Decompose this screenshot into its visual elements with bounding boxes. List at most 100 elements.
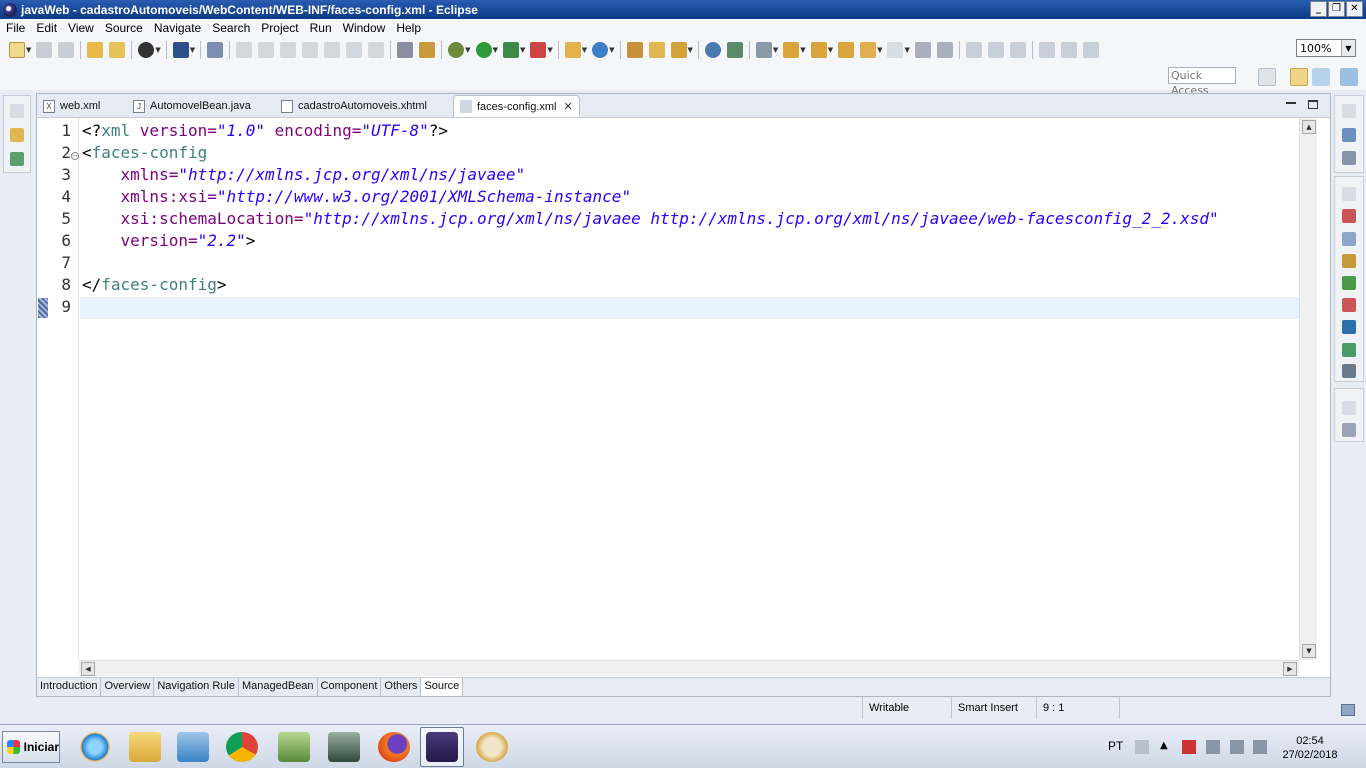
run-server-icon[interactable]: [502, 41, 519, 58]
palette-icon[interactable]: [1342, 423, 1356, 437]
scroll-left-icon[interactable]: ◀: [81, 662, 95, 676]
build-icon[interactable]: [87, 41, 104, 58]
chevron-down-icon[interactable]: ▼: [1341, 40, 1355, 56]
network-error-icon[interactable]: [1182, 740, 1196, 754]
show-desktop-button[interactable]: [1344, 729, 1362, 765]
firefox-icon[interactable]: [378, 732, 410, 762]
restore-icon[interactable]: [1342, 187, 1356, 201]
back-icon[interactable]: [860, 41, 877, 58]
open-type-icon[interactable]: [626, 41, 643, 58]
system-clock[interactable]: 02:54 27/02/2018: [1280, 734, 1340, 762]
input-language[interactable]: PT: [1108, 739, 1123, 753]
tab-web-xml[interactable]: X web.xml: [43, 95, 100, 117]
chevron-down-icon[interactable]: ▼: [493, 46, 498, 54]
android-studio-icon[interactable]: [278, 732, 310, 762]
use-step-filters-icon[interactable]: [419, 41, 436, 58]
distribute-icon[interactable]: [1009, 41, 1026, 58]
menu-window[interactable]: Window: [337, 19, 391, 37]
terminal-app-icon[interactable]: [328, 732, 360, 762]
project-explorer-icon[interactable]: [10, 128, 24, 142]
notification-icon[interactable]: [1341, 704, 1355, 716]
resume-icon[interactable]: [236, 41, 253, 58]
java-perspective-icon[interactable]: [1312, 68, 1330, 86]
tab-introduction[interactable]: Introduction: [37, 678, 102, 696]
next-annotation-icon[interactable]: [783, 41, 800, 58]
chevron-down-icon[interactable]: ▼: [465, 46, 470, 54]
tab-others[interactable]: Others: [381, 678, 422, 696]
web-browser-icon[interactable]: [704, 41, 721, 58]
task-list-icon[interactable]: [1342, 151, 1356, 165]
open-task-icon[interactable]: [648, 41, 665, 58]
new-server-icon[interactable]: [564, 41, 581, 58]
save-all-icon[interactable]: [58, 41, 75, 58]
console-icon[interactable]: [1342, 320, 1356, 334]
chevron-down-icon[interactable]: ▼: [904, 46, 909, 54]
step-over-icon[interactable]: [346, 41, 363, 58]
menu-run[interactable]: Run: [304, 19, 337, 37]
vertical-scrollbar[interactable]: ▲ ▼: [1299, 118, 1317, 660]
link-editor-icon[interactable]: [936, 41, 953, 58]
start-button[interactable]: Iniciar: [2, 731, 60, 763]
paint-icon[interactable]: [476, 732, 508, 762]
step-into-icon[interactable]: [324, 41, 341, 58]
menu-navigate[interactable]: Navigate: [148, 19, 206, 37]
horizontal-scrollbar[interactable]: ◀ ▶: [79, 660, 1299, 676]
tab-cadastroautomoveis-xhtml[interactable]: cadastroAutomoveis.xhtml: [281, 95, 427, 117]
chevron-down-icon[interactable]: ▼: [800, 46, 805, 54]
media-player-icon[interactable]: [177, 732, 209, 762]
last-edit-icon[interactable]: [838, 41, 855, 58]
tab-component[interactable]: Component: [318, 678, 382, 696]
fold-collapse-icon[interactable]: −: [71, 152, 79, 160]
open-perspective-icon[interactable]: [1258, 68, 1276, 86]
close-icon[interactable]: ✕: [563, 100, 572, 113]
run-icon[interactable]: [475, 41, 492, 58]
javaee-perspective-icon[interactable]: [1290, 68, 1308, 86]
progress-icon[interactable]: [1342, 343, 1356, 357]
minimize-editor-icon[interactable]: [1286, 102, 1296, 104]
menu-search[interactable]: Search: [206, 19, 255, 37]
zoom-combo[interactable]: 100% ▼: [1296, 39, 1356, 57]
properties-icon[interactable]: [1342, 232, 1356, 246]
chrome-icon[interactable]: [226, 732, 258, 762]
menu-edit[interactable]: Edit: [30, 19, 62, 37]
restore-icon[interactable]: [1342, 104, 1356, 118]
chevron-down-icon[interactable]: ▼: [688, 46, 693, 54]
eclipse-javaee-icon[interactable]: [426, 732, 458, 762]
previous-annotation-icon[interactable]: [810, 41, 827, 58]
chevron-down-icon[interactable]: ▼: [155, 46, 160, 54]
tab-source[interactable]: Source: [421, 678, 464, 696]
annotation-icon[interactable]: [755, 41, 772, 58]
toggle-mark-icon[interactable]: [726, 41, 743, 58]
internet-explorer-icon[interactable]: [79, 732, 111, 762]
snippets-icon[interactable]: [1342, 298, 1356, 312]
chevron-down-icon[interactable]: ▼: [520, 46, 525, 54]
markers-icon[interactable]: [1342, 209, 1356, 223]
disconnect-icon[interactable]: [302, 41, 319, 58]
menu-project[interactable]: Project: [255, 19, 303, 37]
tab-navigation-rule[interactable]: Navigation Rule: [154, 678, 239, 696]
user-icon[interactable]: [138, 41, 155, 58]
chevron-down-icon[interactable]: ▼: [609, 46, 614, 54]
volume-icon[interactable]: [1253, 740, 1267, 754]
layout-icon[interactable]: [965, 41, 982, 58]
problems-icon[interactable]: [1342, 364, 1356, 378]
scroll-right-icon[interactable]: ▶: [1283, 662, 1297, 676]
new-icon[interactable]: [9, 41, 25, 58]
debug-perspective-icon[interactable]: [1340, 68, 1358, 86]
menu-file[interactable]: File: [0, 19, 30, 37]
code-editor[interactable]: − 123456789 <?xml version="1.0" encoding…: [37, 118, 1299, 660]
step-return-icon[interactable]: [368, 41, 385, 58]
chevron-down-icon[interactable]: ▼: [773, 46, 778, 54]
align-icon[interactable]: [987, 41, 1004, 58]
search-icon[interactable]: [670, 41, 687, 58]
align-center-icon[interactable]: [1060, 41, 1077, 58]
chevron-down-icon[interactable]: ▼: [190, 46, 195, 54]
restore-icon[interactable]: [10, 104, 24, 118]
align-right-icon[interactable]: [1082, 41, 1099, 58]
debug-icon[interactable]: [448, 41, 465, 58]
pin-editor-icon[interactable]: [914, 41, 931, 58]
suspend-icon[interactable]: [258, 41, 275, 58]
tab-automovelbean-java[interactable]: J AutomovelBean.java: [133, 95, 251, 117]
scroll-up-icon[interactable]: ▲: [1302, 120, 1316, 134]
tab-overview[interactable]: Overview: [101, 678, 155, 696]
